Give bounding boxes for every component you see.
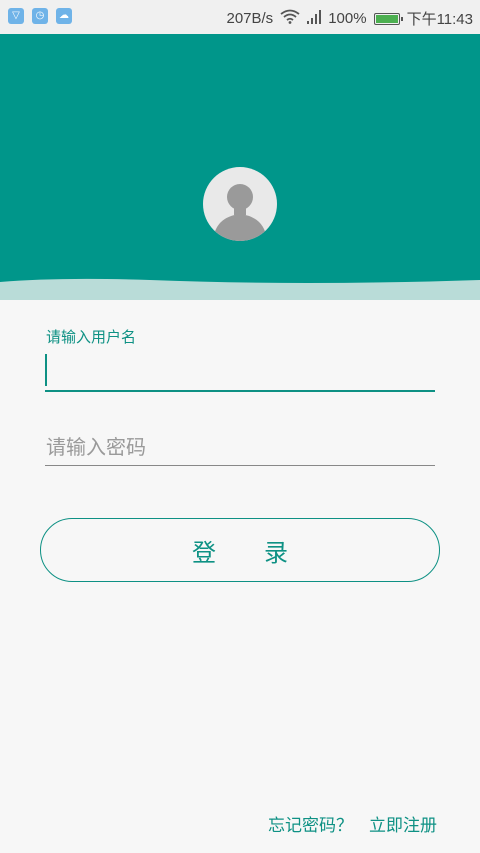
battery-fill <box>375 14 398 23</box>
header-banner <box>0 34 480 300</box>
alarm-icon: ◷ <box>32 8 48 24</box>
message-icon: ▽ <box>8 8 24 24</box>
person-silhouette-icon <box>213 184 267 241</box>
status-bar: ▽ ◷ ☁ 207B/s 100% 下午11:43 <box>0 0 480 34</box>
login-button[interactable]: 登 录 <box>40 518 440 582</box>
signal-icon <box>307 9 322 28</box>
text-cursor <box>45 354 47 386</box>
wifi-icon <box>280 9 300 28</box>
username-input[interactable] <box>45 350 435 392</box>
clock: 下午11:43 <box>406 11 473 28</box>
cloud-icon: ☁ <box>56 8 72 24</box>
footer-links: 忘记密码？ 立即注册 <box>268 811 437 836</box>
username-label: 请输入用户名 <box>46 328 137 346</box>
avatar[interactable] <box>203 167 277 241</box>
password-input[interactable]: 请输入密码 <box>45 426 435 466</box>
network-speed: 207B/s <box>226 10 274 27</box>
forgot-password-link[interactable]: 忘记密码？ <box>268 811 353 836</box>
notification-icons: ▽ ◷ ☁ <box>8 8 72 24</box>
battery-icon <box>373 12 403 25</box>
status-indicators: 207B/s 100% 下午11:43 <box>226 8 473 29</box>
register-link[interactable]: 立即注册 <box>369 811 437 836</box>
battery-percent: 100% <box>328 10 367 27</box>
password-placeholder: 请输入密码 <box>46 435 146 459</box>
